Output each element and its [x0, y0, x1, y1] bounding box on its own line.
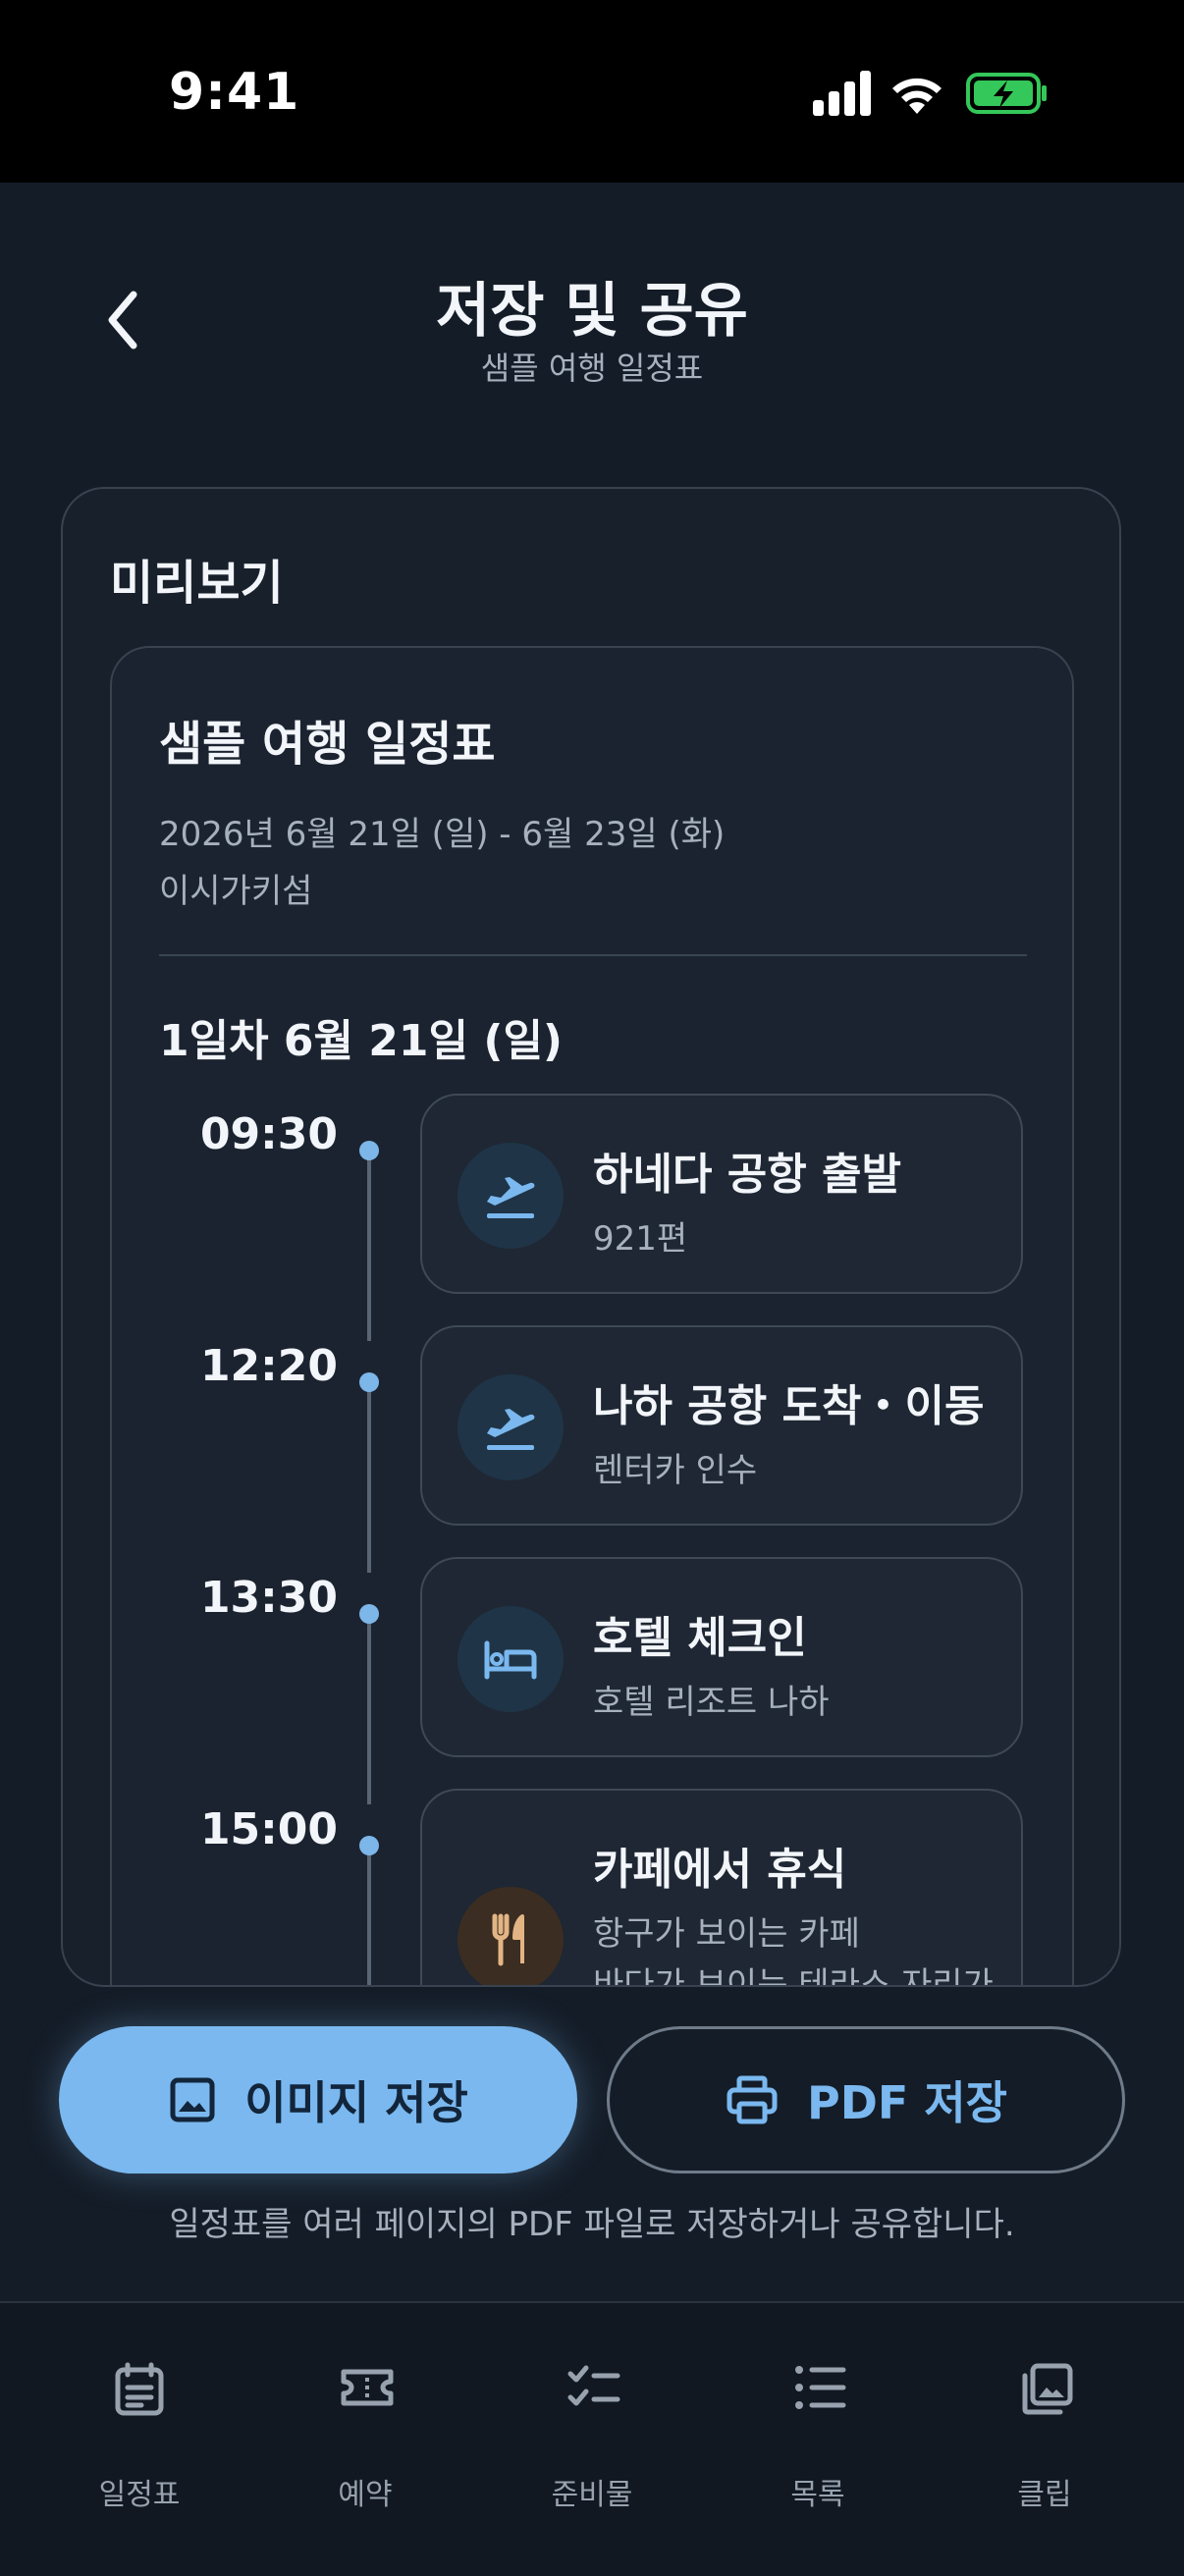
wifi-icon [892, 78, 942, 114]
event-time: 09:30 [199, 1109, 338, 1159]
itinerary-document: 샘플 여행 일정표 2026년 6월 21일 (일) - 6월 23일 (화) … [110, 646, 1074, 1987]
event-title: 하네다 공항 출발 [593, 1150, 901, 1200]
status-bar: 9:41 [0, 0, 1184, 183]
tab-reservations[interactable]: 예약 [252, 2342, 478, 2512]
tab-list[interactable]: 목록 [705, 2342, 931, 2512]
image-icon [170, 2077, 215, 2122]
event-subtitle: 항구가 보이는 카페 [593, 1914, 860, 1954]
tab-label: 예약 [338, 2478, 393, 2512]
plane-icon [457, 1374, 564, 1480]
event-title: 나하 공항 도착・이동 [593, 1381, 985, 1431]
day-heading: 1일차 6월 21일 (일) [159, 1016, 564, 1066]
header: 저장 및 공유 샘플 여행 일정표 [0, 183, 1184, 438]
timeline-line [367, 1844, 371, 1985]
event-subtitle: 렌터카 인수 [593, 1451, 758, 1490]
ticket-icon [341, 2369, 394, 2406]
printer-icon [727, 2075, 778, 2124]
food-icon [457, 1887, 564, 1985]
timeline-dot [359, 1604, 379, 1624]
event-card: 하네다 공항 출발 921편 [420, 1094, 1023, 1294]
page-subtitle: 샘플 여행 일정표 [480, 349, 704, 387]
save-hint: 일정표를 여러 페이지의 PDF 파일로 저장하거나 공유합니다. [169, 2205, 1015, 2244]
event-time: 12:20 [199, 1341, 338, 1391]
calendar-icon [115, 2362, 164, 2416]
event-time: 15:00 [199, 1804, 338, 1854]
timeline-line [367, 1612, 371, 1804]
timeline-line [367, 1149, 371, 1341]
status-time: 9:41 [169, 63, 300, 122]
tab-itinerary[interactable]: 일정표 [27, 2342, 252, 2512]
timeline-dot [359, 1836, 379, 1855]
event-card: 호텔 체크인 호텔 리조트 나하 [420, 1557, 1023, 1757]
tab-packing[interactable]: 준비물 [479, 2342, 705, 2512]
event-title: 카페에서 휴식 [593, 1845, 847, 1895]
timeline-dot [359, 1141, 379, 1160]
doc-title: 샘플 여행 일정표 [159, 717, 496, 772]
tab-clips[interactable]: 클립 [932, 2342, 1157, 2512]
tab-label: 목록 [790, 2478, 845, 2512]
battery-icon [966, 73, 1047, 114]
save-pdf-button[interactable]: PDF 저장 [607, 2026, 1125, 2174]
doc-dates: 2026년 6월 21일 (일) - 6월 23일 (화) [159, 815, 726, 854]
page-title: 저장 및 공유 [436, 277, 748, 346]
list-icon [795, 2366, 846, 2409]
event-card: 나하 공항 도착・이동 렌터카 인수 [420, 1325, 1023, 1526]
divider [159, 954, 1027, 956]
event-card: 카페에서 휴식 항구가 보이는 카페 바다가 보이는 테라스 자리가 [420, 1789, 1023, 1987]
checklist-icon [567, 2365, 620, 2406]
tab-bar: 일정표 예약 준비물 목록 클립 [0, 2301, 1184, 2576]
event-subtitle: 921편 [593, 1219, 688, 1259]
save-image-label: 이미지 저장 [244, 2076, 468, 2129]
preview-panel[interactable]: 미리보기 샘플 여행 일정표 2026년 6월 21일 (일) - 6월 23일… [61, 487, 1121, 1987]
timeline-dot [359, 1372, 379, 1392]
tab-label: 클립 [1017, 2478, 1072, 2512]
signal-icon [813, 71, 871, 116]
tab-label: 준비물 [551, 2478, 633, 2512]
event-time: 13:30 [199, 1573, 338, 1623]
gallery-icon [1022, 2363, 1073, 2415]
preview-title: 미리보기 [110, 556, 284, 611]
event-title: 호텔 체크인 [593, 1613, 807, 1663]
doc-place: 이시가키섬 [159, 872, 313, 911]
event-subtitle: 호텔 리조트 나하 [593, 1683, 830, 1722]
tab-label: 일정표 [98, 2478, 181, 2512]
save-image-button[interactable]: 이미지 저장 [59, 2026, 577, 2174]
timeline-line [367, 1380, 371, 1573]
bed-icon [457, 1606, 564, 1712]
event-note: 바다가 보이는 테라스 자리가 [593, 1965, 994, 1987]
save-pdf-label: PDF 저장 [807, 2076, 1007, 2129]
plane-icon [457, 1143, 564, 1249]
